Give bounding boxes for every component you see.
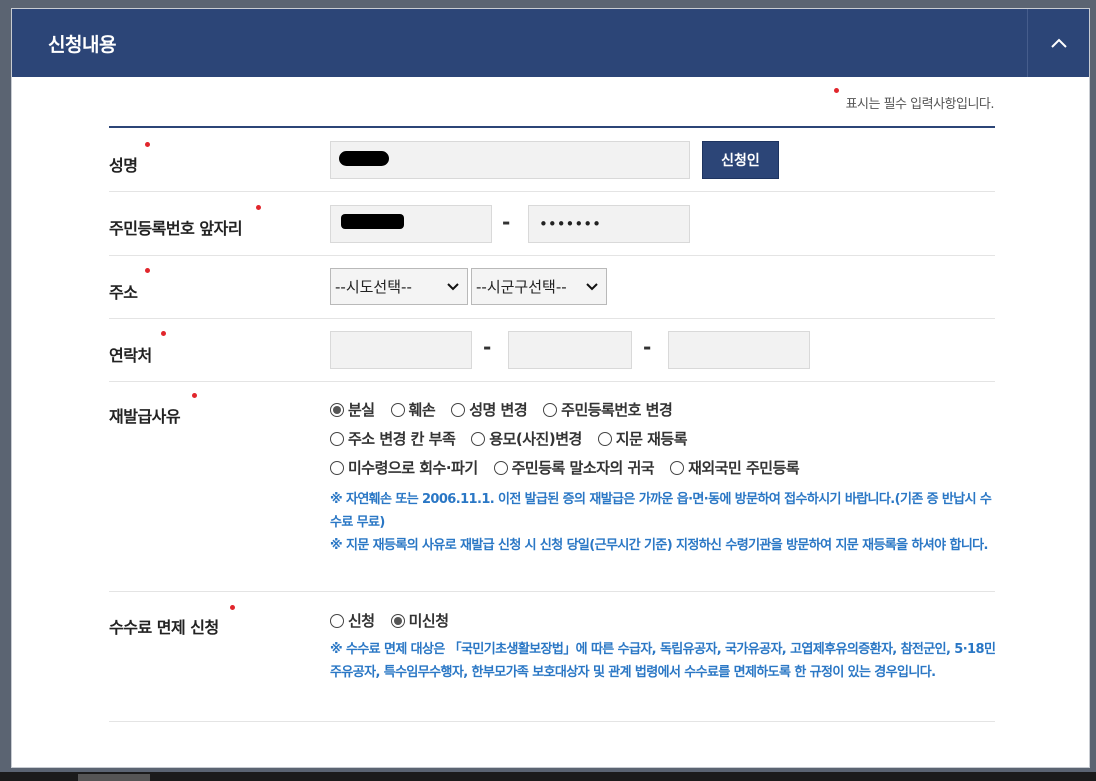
- row-fee-waiver: 수수료 면제 신청 신청 미신청 ※ 수수료 면제 대상은 「국민기초생활보장법…: [109, 592, 996, 722]
- radio-label: 용모(사진)변경: [489, 430, 582, 448]
- sigungu-select-value: --시군구선택--: [476, 278, 567, 296]
- label-resident-text: 주민등록번호 앞자리: [109, 219, 243, 238]
- sido-select-value: --시도선택--: [335, 278, 412, 296]
- required-dot-icon: [145, 142, 150, 147]
- radio-unclaimed[interactable]: 미수령으로 회수·파기: [330, 457, 478, 478]
- radio-label: 재외국민 주민등록: [688, 459, 800, 477]
- radio-label: 신청: [348, 612, 375, 630]
- application-panel: 신청내용 표시는 필수 입력사항입니다. 성명 신청인 주민등록번호 앞자리 -…: [11, 8, 1090, 768]
- radio-name-change[interactable]: 성명 변경: [451, 399, 528, 420]
- chevron-down-icon: [586, 283, 598, 291]
- radio-photo-change[interactable]: 용모(사진)변경: [471, 428, 582, 449]
- radio-label: 분실: [348, 401, 375, 419]
- reason-note-1: ※ 자연훼손 또는 2006.11.1. 이전 발급된 증의 재발급은 가까운 …: [330, 492, 992, 530]
- label-resident-number: 주민등록번호 앞자리: [109, 192, 330, 255]
- label-name: 성명: [109, 128, 330, 191]
- row-name: 성명 신청인: [109, 128, 995, 192]
- collapse-button[interactable]: [1027, 9, 1089, 77]
- radio-label: 훼손: [408, 401, 436, 419]
- required-note: 표시는 필수 입력사항입니다.: [833, 88, 995, 112]
- panel-header: 신청내용: [12, 9, 1089, 77]
- radio-damaged[interactable]: 훼손: [390, 399, 436, 420]
- label-name-text: 성명: [109, 156, 138, 175]
- radio-icon: [330, 613, 344, 628]
- reason-options-line2: 주소 변경 칸 부족 용모(사진)변경 지문 재등록: [330, 428, 703, 449]
- label-reason-text: 재발급사유: [109, 407, 181, 426]
- required-dot-icon: [256, 205, 261, 210]
- label-contact: 연락처: [109, 319, 330, 381]
- panel-title: 신청내용: [48, 33, 116, 56]
- radio-icon: [543, 402, 558, 417]
- required-dot-icon: [145, 268, 150, 273]
- scrollbar-thumb[interactable]: [78, 774, 150, 781]
- separator-dash: -: [502, 210, 511, 234]
- radio-label: 미수령으로 회수·파기: [348, 459, 478, 477]
- sido-select[interactable]: --시도선택--: [330, 268, 468, 305]
- radio-fee-apply[interactable]: 신청: [330, 610, 375, 631]
- reason-options-line3: 미수령으로 회수·파기 주민등록 말소자의 귀국 재외국민 주민등록: [330, 457, 815, 478]
- application-form: 성명 신청인 주민등록번호 앞자리 - ••••••• 주소 --시도선택-- …: [109, 126, 996, 722]
- radio-icon: [390, 402, 405, 417]
- applicant-button[interactable]: 신청인: [702, 141, 779, 179]
- redacted-resident-number: [341, 214, 404, 229]
- row-contact: 연락처 - -: [109, 319, 995, 382]
- phone-part3-input[interactable]: [668, 331, 810, 369]
- radio-resident-number-change[interactable]: 주민등록번호 변경: [543, 399, 673, 420]
- separator-dash: -: [643, 335, 652, 359]
- phone-part2-input[interactable]: [508, 331, 632, 369]
- chevron-up-icon: [1050, 38, 1067, 48]
- radio-selected-icon: [390, 613, 405, 628]
- radio-fee-not-apply[interactable]: 미신청: [390, 610, 449, 631]
- label-fee-waiver: 수수료 면제 신청: [109, 592, 330, 721]
- chevron-down-icon: [447, 283, 459, 291]
- label-fee-waiver-text: 수수료 면제 신청: [109, 618, 219, 637]
- redacted-name: [339, 151, 389, 166]
- radio-icon: [330, 431, 344, 446]
- required-dot-icon: [230, 605, 235, 610]
- radio-label: 성명 변경: [469, 401, 528, 419]
- radio-address-space[interactable]: 주소 변경 칸 부족: [330, 428, 456, 449]
- radio-return[interactable]: 주민등록 말소자의 귀국: [493, 457, 655, 478]
- resident-back-input[interactable]: •••••••: [528, 205, 690, 243]
- radio-icon: [597, 431, 612, 446]
- row-address: 주소 --시도선택-- --시군구선택--: [109, 256, 995, 319]
- label-contact-text: 연락처: [109, 346, 152, 365]
- radio-icon: [330, 460, 344, 475]
- radio-label: 미신청: [408, 612, 449, 630]
- fee-options: 신청 미신청: [330, 610, 465, 631]
- label-address: 주소: [109, 256, 330, 318]
- reason-note-2: ※ 지문 재등록의 사유로 재발급 신청 시 신청 당일(근무시간 기준) 지정…: [330, 538, 988, 553]
- row-resident-number: 주민등록번호 앞자리 - •••••••: [109, 192, 995, 256]
- radio-label: 주민등록번호 변경: [561, 401, 673, 419]
- masked-value: •••••••: [539, 215, 601, 233]
- radio-label: 지문 재등록: [615, 430, 688, 448]
- radio-label: 주소 변경 칸 부족: [348, 430, 456, 448]
- radio-icon: [493, 460, 508, 475]
- radio-label: 주민등록 말소자의 귀국: [511, 459, 655, 477]
- fee-waiver-note: ※ 수수료 면제 대상은 「국민기초생활보장법」에 따른 수급자, 독립유공자,…: [330, 642, 996, 680]
- radio-icon: [670, 460, 685, 475]
- radio-fingerprint[interactable]: 지문 재등록: [597, 428, 688, 449]
- required-dot-icon: [192, 393, 197, 398]
- radio-lost[interactable]: 분실: [330, 399, 375, 420]
- required-dot-icon: [161, 331, 166, 336]
- label-address-text: 주소: [109, 283, 138, 302]
- row-reissue-reason: 재발급사유 분실 훼손 성명 변경 주민등록번호 변경 주소 변경 칸 부족 용…: [109, 382, 995, 592]
- radio-icon: [471, 431, 486, 446]
- radio-icon: [451, 402, 466, 417]
- radio-selected-icon: [330, 402, 344, 417]
- label-reason: 재발급사유: [109, 382, 330, 591]
- reason-options-line1: 분실 훼손 성명 변경 주민등록번호 변경: [330, 399, 688, 420]
- separator-dash: -: [483, 335, 492, 359]
- radio-overseas[interactable]: 재외국민 주민등록: [670, 457, 800, 478]
- phone-part1-input[interactable]: [330, 331, 472, 369]
- required-dot-icon: [833, 88, 839, 93]
- required-note-text: 표시는 필수 입력사항입니다.: [845, 97, 995, 112]
- sigungu-select[interactable]: --시군구선택--: [471, 268, 607, 305]
- horizontal-scrollbar[interactable]: [0, 772, 1096, 781]
